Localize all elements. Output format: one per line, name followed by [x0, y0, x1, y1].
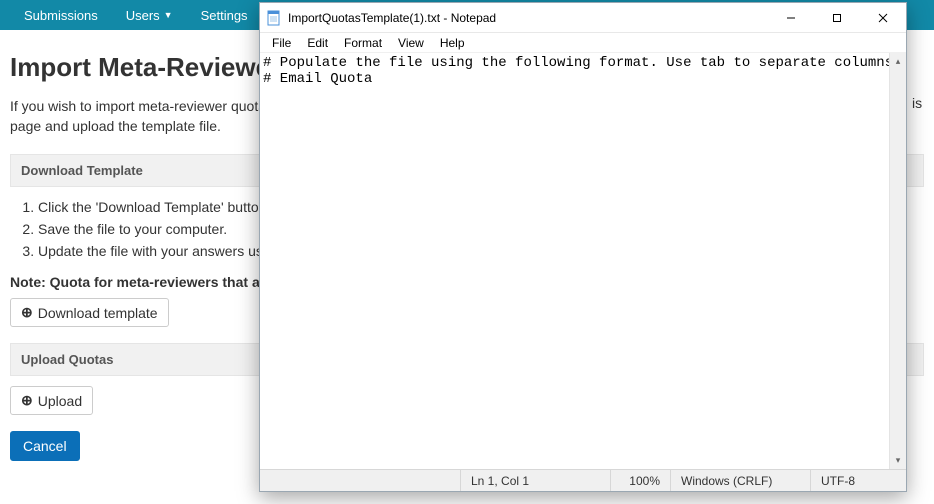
- status-zoom: 100%: [610, 470, 670, 491]
- notepad-menubar: File Edit Format View Help: [260, 33, 906, 53]
- intro-line2: page and upload the template file.: [10, 118, 221, 134]
- nav-settings-label: Settings: [201, 8, 248, 23]
- intro-line1: If you wish to import meta-reviewer quot…: [10, 98, 277, 114]
- notepad-statusbar: Ln 1, Col 1 100% Windows (CRLF) UTF-8: [260, 469, 906, 491]
- notepad-titlebar[interactable]: ImportQuotasTemplate(1).txt - Notepad: [260, 3, 906, 33]
- nav-users[interactable]: Users ▼: [112, 0, 187, 30]
- vertical-scrollbar[interactable]: ▴ ▾: [889, 53, 906, 469]
- menu-file[interactable]: File: [264, 34, 299, 52]
- close-button[interactable]: [860, 3, 906, 33]
- chevron-down-icon: ▼: [164, 10, 173, 20]
- upload-label: Upload: [38, 393, 82, 409]
- notepad-window: ImportQuotasTemplate(1).txt - Notepad Fi…: [259, 2, 907, 492]
- maximize-button[interactable]: [814, 3, 860, 33]
- nav-submissions[interactable]: Submissions: [10, 0, 112, 30]
- plus-circle-icon: ⊕: [21, 392, 33, 409]
- menu-help[interactable]: Help: [432, 34, 473, 52]
- status-fill: [260, 470, 460, 491]
- minimize-button[interactable]: [768, 3, 814, 33]
- nav-submissions-label: Submissions: [24, 8, 98, 23]
- plus-circle-icon: ⊕: [21, 304, 33, 321]
- nav-users-label: Users: [126, 8, 160, 23]
- download-template-label: Download template: [38, 305, 158, 321]
- notepad-icon: [266, 10, 282, 26]
- status-encoding: UTF-8: [810, 470, 906, 491]
- status-eol: Windows (CRLF): [670, 470, 810, 491]
- cancel-button[interactable]: Cancel: [10, 431, 80, 461]
- menu-view[interactable]: View: [390, 34, 432, 52]
- notepad-textarea[interactable]: # Populate the file using the following …: [260, 53, 889, 469]
- nav-settings[interactable]: Settings: [187, 0, 262, 30]
- window-buttons: [768, 3, 906, 33]
- clipped-text: is: [912, 95, 922, 111]
- scroll-up-icon[interactable]: ▴: [890, 53, 907, 70]
- download-template-button[interactable]: ⊕ Download template: [10, 298, 169, 327]
- cancel-label: Cancel: [23, 438, 67, 454]
- status-position: Ln 1, Col 1: [460, 470, 610, 491]
- menu-format[interactable]: Format: [336, 34, 390, 52]
- notepad-title: ImportQuotasTemplate(1).txt - Notepad: [288, 11, 496, 25]
- upload-button[interactable]: ⊕ Upload: [10, 386, 93, 415]
- menu-edit[interactable]: Edit: [299, 34, 336, 52]
- scroll-down-icon[interactable]: ▾: [890, 452, 907, 469]
- notepad-content-wrap: # Populate the file using the following …: [260, 53, 906, 469]
